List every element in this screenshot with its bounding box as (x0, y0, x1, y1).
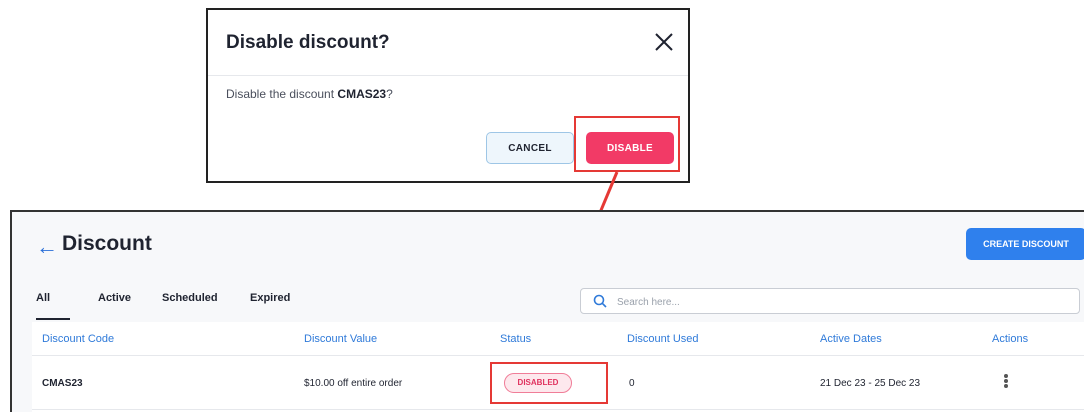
dialog-header: Disable discount? (208, 10, 688, 76)
dialog-discount-code: CMAS23 (337, 87, 387, 101)
close-icon[interactable] (652, 30, 676, 54)
search-icon (593, 294, 607, 308)
search-input[interactable] (617, 293, 1057, 311)
dialog-message-prefix: Disable the discount (226, 87, 338, 101)
tab-scheduled[interactable]: Scheduled (162, 292, 218, 304)
header-discount-code[interactable]: Discount Code (42, 333, 114, 345)
tab-all[interactable]: All (36, 292, 50, 304)
row-active-dates: 21 Dec 23 - 25 Dec 23 (820, 378, 921, 389)
dialog-title: Disable discount? (226, 32, 390, 53)
back-arrow-icon[interactable]: ← (36, 234, 58, 260)
search-box (580, 288, 1080, 314)
disable-discount-dialog: Disable discount? Disable the discount C… (206, 8, 690, 183)
row-discount-value: $10.00 off entire order (304, 378, 403, 389)
header-discount-used[interactable]: Discount Used (627, 333, 699, 345)
discount-table: Discount Code Discount Value Status Disc… (32, 322, 1084, 412)
cancel-button[interactable]: CANCEL (486, 132, 574, 164)
discount-page: ← Discount CREATE DISCOUNT All Active Sc… (10, 210, 1084, 412)
tab-expired[interactable]: Expired (250, 292, 290, 304)
header-discount-value[interactable]: Discount Value (304, 333, 377, 345)
table-row[interactable]: CMAS23 $10.00 off entire order DISABLED … (32, 356, 1084, 410)
page-title: Discount (62, 232, 152, 255)
header-active-dates[interactable]: Active Dates (820, 333, 882, 345)
header-status[interactable]: Status (500, 333, 531, 345)
table-header: Discount Code Discount Value Status Disc… (32, 322, 1084, 356)
tab-active[interactable]: Active (98, 292, 131, 304)
disable-button[interactable]: DISABLE (586, 132, 674, 164)
status-badge: DISABLED (504, 373, 572, 393)
header-actions: Actions (992, 333, 1029, 345)
row-discount-code: CMAS23 (42, 378, 83, 389)
row-discount-used: 0 (629, 378, 635, 389)
create-discount-button[interactable]: CREATE DISCOUNT (966, 228, 1084, 260)
dialog-message-suffix: ? (386, 87, 393, 101)
active-tab-indicator (36, 318, 70, 320)
more-actions-icon[interactable] (1002, 373, 1010, 393)
dialog-message: Disable the discount CMAS23? (226, 87, 393, 101)
